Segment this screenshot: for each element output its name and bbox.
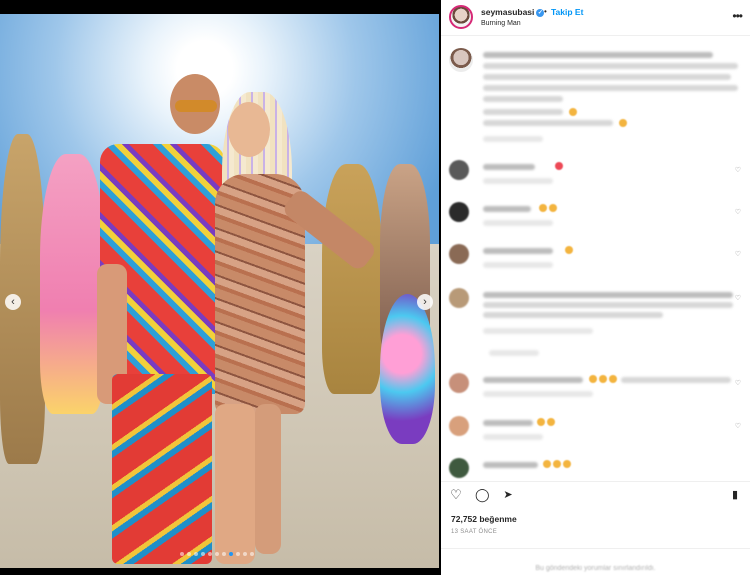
woman-head (228, 102, 270, 157)
comment-item: ♡ (449, 160, 743, 196)
comment-like-icon[interactable]: ♡ (735, 294, 741, 302)
carousel-dot (236, 552, 240, 556)
carousel-next-button[interactable]: › (417, 294, 433, 310)
post-header: seymasubasi ✓ • Takip Et Burning Man ••• (441, 0, 750, 36)
comment-like-icon[interactable]: ♡ (735, 422, 741, 430)
post-action-bar: ♡ ◯ ➤ ▮ (441, 481, 750, 507)
follow-button[interactable]: Takip Et (551, 7, 583, 17)
crowd-art-sign (380, 294, 435, 444)
likes-count[interactable]: 72,752 beğenme (451, 514, 517, 524)
carousel-dot (243, 552, 247, 556)
header-separator: • (544, 7, 547, 16)
comment-like-icon[interactable]: ♡ (735, 208, 741, 216)
carousel-dot (250, 552, 254, 556)
author-username[interactable]: seymasubasi (481, 7, 534, 17)
comment-avatar[interactable] (449, 202, 469, 222)
instagram-post-window: ‹ › seymasubasi ✓ • Takip Et Burning Man … (0, 0, 750, 575)
carousel-dot (201, 552, 205, 556)
post-side-panel: seymasubasi✓ • Takip Et Burning Man ••• (441, 0, 750, 575)
comment-item (449, 458, 743, 478)
carousel-dot (215, 552, 219, 556)
comment-like-icon[interactable]: ♡ (735, 250, 741, 258)
sunglasses (175, 100, 217, 112)
comment-avatar[interactable] (449, 458, 469, 478)
carousel-dot (229, 552, 233, 556)
comment-item: ♡ (449, 288, 743, 358)
caption-avatar[interactable] (449, 48, 473, 72)
comment-avatar[interactable] (449, 416, 469, 436)
carousel-dot (180, 552, 184, 556)
carousel-dot (187, 552, 191, 556)
author-avatar[interactable] (449, 5, 473, 29)
comment-item: ♡ (449, 202, 743, 238)
comment-like-icon[interactable]: ♡ (735, 166, 741, 174)
more-options-icon[interactable]: ••• (732, 9, 743, 23)
post-timestamp[interactable]: 13 SAAT ÖNCE (451, 529, 497, 535)
post-photo[interactable]: ‹ › (0, 14, 439, 568)
comment-avatar[interactable] (449, 160, 469, 180)
carousel-dot (208, 552, 212, 556)
author-username-row[interactable]: seymasubasi ✓ (481, 7, 545, 17)
comment-avatar[interactable] (449, 373, 469, 393)
carousel-indicator (180, 552, 254, 556)
man-pants (112, 374, 212, 564)
comment-like-icon[interactable]: ♡ (735, 379, 741, 387)
woman-leg (215, 404, 255, 564)
crowd-person-pink (40, 154, 105, 414)
carousel-dot (222, 552, 226, 556)
share-icon[interactable]: ➤ (501, 488, 515, 502)
crowd-person-gold (322, 164, 382, 394)
heart-icon[interactable]: ♡ (449, 488, 463, 502)
carousel-dot (194, 552, 198, 556)
comment-item: ♡ (449, 373, 743, 409)
comment-avatar[interactable] (449, 244, 469, 264)
comment-item: ♡ (449, 416, 743, 452)
comments-restricted-text: Bu gönderideki yorumlar sınırlandırıldı. (535, 565, 656, 572)
comments-restricted-footer: Bu gönderideki yorumlar sınırlandırıldı. (441, 548, 750, 575)
comment-icon[interactable]: ◯ (475, 488, 490, 502)
comment-item: ♡ (449, 244, 743, 280)
bookmark-icon[interactable]: ▮ (728, 488, 742, 502)
woman-leg-back (255, 404, 281, 554)
comment-avatar[interactable] (449, 288, 469, 308)
carousel-prev-button[interactable]: ‹ (5, 294, 21, 310)
post-location[interactable]: Burning Man (481, 20, 521, 27)
